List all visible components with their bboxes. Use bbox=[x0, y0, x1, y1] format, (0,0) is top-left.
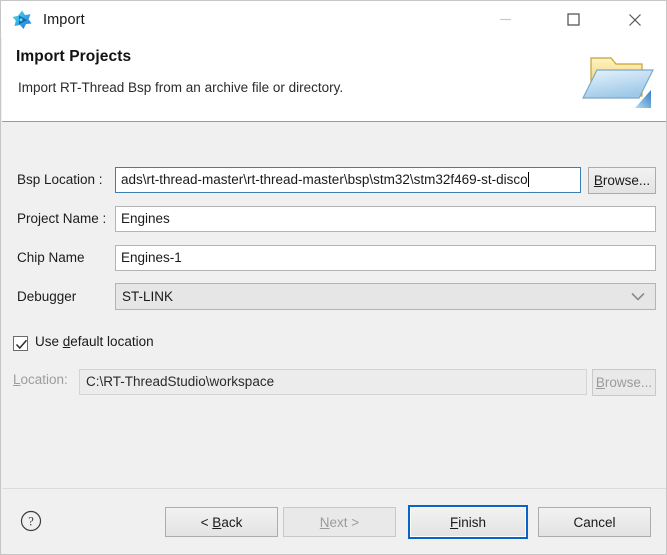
chk-label-before: Use bbox=[35, 334, 63, 349]
project-name-input[interactable]: Engines bbox=[115, 206, 656, 232]
next-label: ext > bbox=[330, 515, 360, 530]
chevron-down-icon bbox=[631, 284, 645, 309]
bsp-location-value: ads\rt-thread-master\rt-thread-master\bs… bbox=[121, 172, 528, 187]
browse-bsp-mnemonic: B bbox=[594, 173, 603, 188]
finish-button[interactable]: Finish bbox=[408, 505, 528, 539]
maximize-icon bbox=[567, 13, 580, 26]
minimize-button[interactable] bbox=[482, 1, 528, 38]
close-icon bbox=[628, 13, 642, 27]
back-mnemonic: B bbox=[212, 515, 221, 530]
back-button[interactable]: < Back bbox=[165, 507, 278, 537]
rt-thread-studio-logo-icon bbox=[11, 9, 33, 31]
bsp-location-label: Bsp Location : bbox=[17, 170, 103, 190]
import-dialog-window: Import Import Projects Import RT-Thread … bbox=[0, 0, 667, 555]
dialog-header: Import Projects Import RT-Thread Bsp fro… bbox=[2, 38, 666, 122]
help-question-icon[interactable]: ? bbox=[20, 510, 42, 532]
text-caret bbox=[528, 172, 529, 187]
browse-location-label: rowse... bbox=[605, 375, 652, 390]
minimize-icon bbox=[499, 13, 512, 26]
maximize-button[interactable] bbox=[550, 1, 596, 38]
next-button[interactable]: Next > bbox=[283, 507, 396, 537]
finish-label: inish bbox=[458, 515, 486, 530]
debugger-value: ST-LINK bbox=[122, 289, 173, 304]
window-title: Import bbox=[43, 12, 85, 28]
cancel-button[interactable]: Cancel bbox=[538, 507, 651, 537]
checkmark-icon bbox=[15, 338, 28, 351]
location-input[interactable]: C:\RT-ThreadStudio\workspace bbox=[79, 369, 587, 395]
dialog-body: Bsp Location : ads\rt-thread-master\rt-t… bbox=[2, 123, 666, 488]
browse-location-mnemonic: B bbox=[596, 375, 605, 390]
chk-label-after: efault location bbox=[70, 334, 153, 349]
dialog-footer: ? < Back Next > Finish Cancel bbox=[2, 488, 666, 554]
back-prefix: < bbox=[201, 515, 213, 530]
use-default-location-checkbox[interactable] bbox=[13, 336, 28, 351]
close-button[interactable] bbox=[612, 1, 658, 38]
bsp-location-input[interactable]: ads\rt-thread-master\rt-thread-master\bs… bbox=[115, 167, 581, 193]
chip-name-input[interactable]: Engines-1 bbox=[115, 245, 656, 271]
browse-bsp-label: rowse... bbox=[603, 173, 650, 188]
use-default-location-label: Use default location bbox=[35, 334, 154, 349]
location-label-after: ocation: bbox=[21, 372, 68, 387]
next-mnemonic: N bbox=[320, 515, 330, 530]
import-folder-icon bbox=[577, 40, 659, 114]
back-label: ack bbox=[221, 515, 242, 530]
svg-text:?: ? bbox=[28, 515, 34, 529]
title-bar: Import bbox=[1, 1, 666, 38]
project-name-label: Project Name : bbox=[17, 209, 106, 229]
finish-mnemonic: F bbox=[450, 515, 458, 530]
page-title: Import Projects bbox=[16, 48, 131, 66]
chip-name-label: Chip Name bbox=[17, 248, 85, 268]
debugger-label: Debugger bbox=[17, 287, 76, 307]
page-description: Import RT-Thread Bsp from an archive fil… bbox=[18, 80, 343, 95]
browse-location-button[interactable]: Browse... bbox=[592, 369, 656, 396]
debugger-select[interactable]: ST-LINK bbox=[115, 283, 656, 310]
location-label: Location: bbox=[13, 372, 68, 387]
location-label-mnemonic: L bbox=[13, 372, 21, 387]
cancel-label: Cancel bbox=[573, 515, 615, 530]
browse-bsp-button[interactable]: Browse... bbox=[588, 167, 656, 194]
